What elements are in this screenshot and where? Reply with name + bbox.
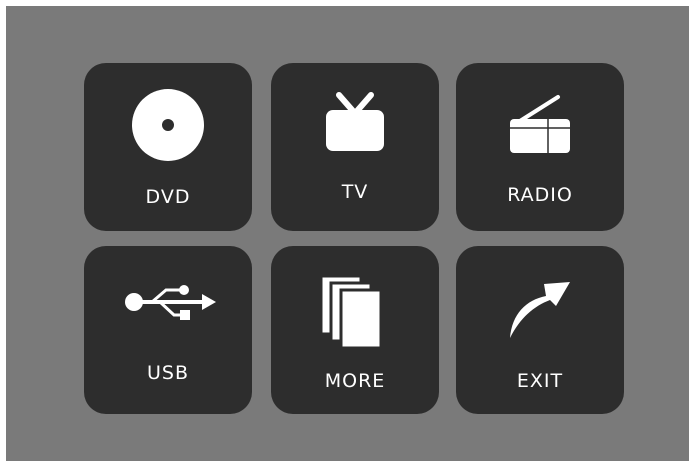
usb-label: USB bbox=[146, 362, 189, 384]
dvd-button[interactable]: DVD bbox=[84, 63, 252, 231]
exit-label: EXIT bbox=[516, 370, 564, 392]
pages-icon bbox=[319, 274, 383, 350]
more-label: MORE bbox=[324, 370, 386, 392]
curved-arrow-icon bbox=[510, 282, 570, 338]
usb-button[interactable]: USB bbox=[84, 246, 252, 414]
disc-icon bbox=[132, 89, 204, 161]
exit-button[interactable]: EXIT bbox=[456, 246, 624, 414]
tv-button[interactable]: TV bbox=[271, 63, 439, 231]
radio-button[interactable]: RADIO bbox=[456, 63, 624, 231]
tv-icon bbox=[326, 92, 384, 151]
usb-icon bbox=[125, 285, 216, 320]
radio-label: RADIO bbox=[507, 184, 573, 206]
radio-icon bbox=[510, 95, 570, 153]
more-button[interactable]: MORE bbox=[271, 246, 439, 414]
main-menu-screen: DVD TV RADIO USB MORE EXIT bbox=[6, 6, 689, 461]
dvd-label: DVD bbox=[145, 186, 191, 208]
tv-label: TV bbox=[341, 181, 369, 203]
